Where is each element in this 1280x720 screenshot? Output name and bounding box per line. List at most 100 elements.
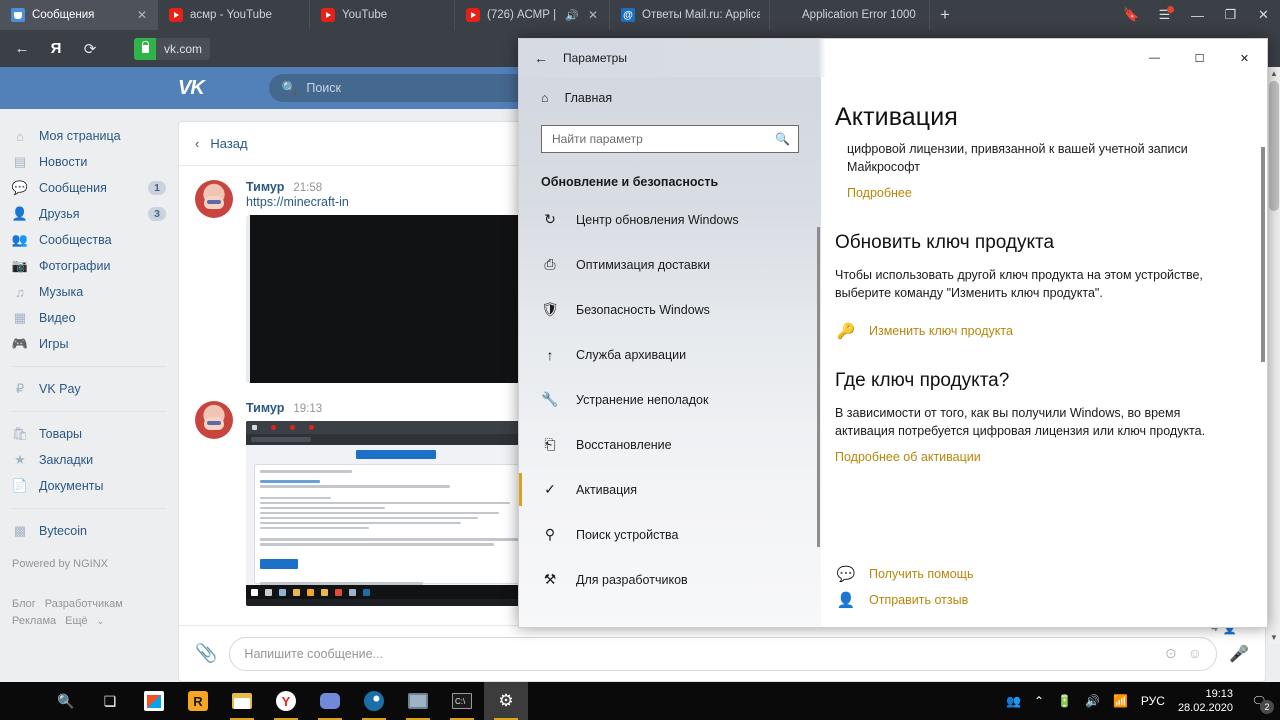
- settings-item-backup[interactable]: ↑ Служба архивации: [519, 332, 821, 377]
- tab-close-icon[interactable]: ✕: [586, 9, 600, 21]
- settings-home-link[interactable]: ⌂ Главная: [519, 77, 821, 117]
- settings-item-windows-update[interactable]: ↻ Центр обновления Windows: [519, 197, 821, 242]
- settings-item-windows-security[interactable]: 🛡 Безопасность Windows: [519, 287, 821, 332]
- browser-tab[interactable]: (726) АСМР | Вс 🔊 ✕: [455, 0, 610, 30]
- footer-link-more[interactable]: Ещё: [65, 615, 88, 627]
- browser-tab[interactable]: @ Ответы Mail.ru: Applica: [610, 0, 770, 30]
- maximize-button[interactable]: ❐: [1214, 0, 1247, 30]
- learn-more-link[interactable]: Подробнее: [847, 186, 912, 200]
- volume-icon[interactable]: 🔊: [1085, 694, 1100, 708]
- taskbar-file-explorer[interactable]: [220, 682, 264, 720]
- emoji-icon[interactable]: ☺: [1188, 645, 1202, 662]
- people-icon[interactable]: 👥: [1006, 694, 1021, 708]
- start-button[interactable]: [0, 682, 44, 720]
- taskbar-yandex-browser[interactable]: Y: [264, 682, 308, 720]
- friends-count-badge: 3: [148, 207, 166, 221]
- message-sender[interactable]: Тимур: [246, 401, 284, 415]
- new-tab-button[interactable]: +: [930, 0, 960, 30]
- browser-tab[interactable]: YouTube: [310, 0, 455, 30]
- browser-tab[interactable]: Сообщения ✕: [0, 0, 158, 30]
- page-scrollbar[interactable]: ▲ ▼: [1268, 67, 1280, 644]
- sidebar-item-friends[interactable]: 👤 Друзья 3: [0, 201, 178, 227]
- footer-link-blog[interactable]: Блог: [12, 598, 36, 610]
- settings-item-recovery[interactable]: ⎗ Восстановление: [519, 422, 821, 467]
- yandex-home-icon[interactable]: Я: [44, 37, 68, 61]
- photo-icon[interactable]: ⊙: [1165, 645, 1177, 662]
- sidebar-item-bytecoin[interactable]: ▩ Bytecoin: [0, 518, 178, 544]
- notifications-icon[interactable]: ☰: [1148, 0, 1181, 30]
- tab-close-icon[interactable]: ✕: [135, 9, 149, 21]
- sidebar-item-messages[interactable]: 💬 Сообщения 1: [0, 175, 178, 201]
- bookmark-icon[interactable]: 🔖: [1115, 0, 1148, 30]
- screenshot-thumbnail[interactable]: [246, 421, 546, 606]
- action-center-button[interactable]: 🗨 2: [1246, 682, 1274, 720]
- scroll-up-arrow[interactable]: ▲: [1268, 67, 1280, 80]
- task-view-button[interactable]: ❏: [88, 682, 132, 720]
- back-button[interactable]: ←: [10, 37, 34, 61]
- settings-maximize-button[interactable]: ☐: [1177, 39, 1222, 77]
- language-indicator[interactable]: РУС: [1141, 694, 1165, 708]
- settings-content-scrollbar[interactable]: [1261, 147, 1265, 362]
- settings-search-input[interactable]: Найти параметр 🔍: [541, 125, 799, 153]
- minimize-button[interactable]: —: [1181, 0, 1214, 30]
- get-help-action[interactable]: 💬 Получить помощь: [835, 565, 974, 583]
- tab-mute-icon[interactable]: 🔊: [565, 9, 579, 22]
- settings-item-find-my-device[interactable]: ⚲ Поиск устройства: [519, 512, 821, 557]
- taskbar-command-prompt[interactable]: C:\: [440, 682, 484, 720]
- dark-video-thumbnail[interactable]: [246, 215, 546, 383]
- taskbar-steam[interactable]: [352, 682, 396, 720]
- sidebar-item-my-page[interactable]: ⌂ Моя страница: [0, 123, 178, 149]
- taskbar-microsoft-store[interactable]: [132, 682, 176, 720]
- sidebar-item-bookmarks[interactable]: ★ Закладки: [0, 447, 178, 473]
- document-icon: 📄: [11, 478, 29, 493]
- change-product-key-action[interactable]: 🔑 Изменить ключ продукта: [835, 322, 1235, 340]
- battery-icon[interactable]: 🔋: [1057, 694, 1072, 708]
- taskbar-settings[interactable]: ⚙: [484, 682, 528, 720]
- message-sender[interactable]: Тимур: [246, 180, 284, 194]
- settings-item-delivery-optimization[interactable]: ⎙ Оптимизация доставки: [519, 242, 821, 287]
- settings-gear-icon: ⚙: [498, 691, 514, 710]
- sidebar-item-news[interactable]: ▤ Новости: [0, 149, 178, 175]
- settings-minimize-button[interactable]: —: [1132, 39, 1177, 77]
- settings-group-title: Обновление и безопасность: [541, 175, 719, 189]
- avatar[interactable]: [195, 401, 233, 439]
- browser-tab[interactable]: асмр - YouTube: [158, 0, 310, 30]
- taskbar-search-button[interactable]: 🔍: [44, 682, 88, 720]
- sidebar-item-groups[interactable]: 👥 Сообщества: [0, 227, 178, 253]
- scrollbar-thumb[interactable]: [817, 227, 820, 547]
- scrollbar-thumb[interactable]: [1269, 81, 1279, 211]
- taskbar-discord[interactable]: [308, 682, 352, 720]
- windows-start-icon: [12, 691, 32, 711]
- scroll-down-arrow[interactable]: ▼: [1268, 631, 1280, 644]
- settings-item-for-developers[interactable]: ⚒ Для разработчиков: [519, 557, 821, 602]
- send-feedback-action[interactable]: 👤 Отправить отзыв: [835, 591, 973, 609]
- sidebar-item-video[interactable]: ▦ Видео: [0, 305, 178, 331]
- footer-link-ads[interactable]: Реклама: [12, 615, 56, 627]
- url-field[interactable]: vk.com: [134, 37, 211, 60]
- taskbar-remote-desktop[interactable]: [396, 682, 440, 720]
- reload-button[interactable]: ⟳: [78, 37, 102, 61]
- close-button[interactable]: ✕: [1247, 0, 1280, 30]
- settings-back-button[interactable]: ←: [519, 39, 563, 77]
- wifi-icon[interactable]: 📶: [1113, 694, 1128, 708]
- browser-tab[interactable]: Application Error 1000: [770, 0, 930, 30]
- avatar[interactable]: [195, 180, 233, 218]
- message-input[interactable]: Напишите сообщение... ⊙ ☺: [229, 636, 1218, 671]
- vk-logo[interactable]: VK: [178, 77, 205, 100]
- learn-more-activation-link[interactable]: Подробнее об активации: [835, 450, 981, 464]
- attach-icon[interactable]: 📎: [195, 643, 217, 664]
- clock[interactable]: 19:13 28.02.2020: [1178, 687, 1233, 715]
- sidebar-item-products[interactable]: 🛍 Товары: [0, 421, 178, 447]
- settings-close-button[interactable]: ✕: [1222, 39, 1267, 77]
- sidebar-item-games[interactable]: 🎮 Игры: [0, 331, 178, 357]
- taskbar-rockstar-launcher[interactable]: R: [176, 682, 220, 720]
- sidebar-item-music[interactable]: ♫ Музыка: [0, 279, 178, 305]
- chevron-up-icon[interactable]: ⌃: [1034, 694, 1044, 708]
- footer-link-developers[interactable]: Разработчикам: [45, 598, 123, 610]
- settings-item-troubleshoot[interactable]: 🔧 Устранение неполадок: [519, 377, 821, 422]
- settings-item-activation[interactable]: ✓ Активация: [519, 467, 821, 512]
- sidebar-item-photos[interactable]: 📷 Фотографии: [0, 253, 178, 279]
- sidebar-item-documents[interactable]: 📄 Документы: [0, 473, 178, 499]
- sidebar-item-vkpay[interactable]: ₽ VK Pay: [0, 376, 178, 402]
- microphone-icon[interactable]: 🎤: [1229, 644, 1249, 664]
